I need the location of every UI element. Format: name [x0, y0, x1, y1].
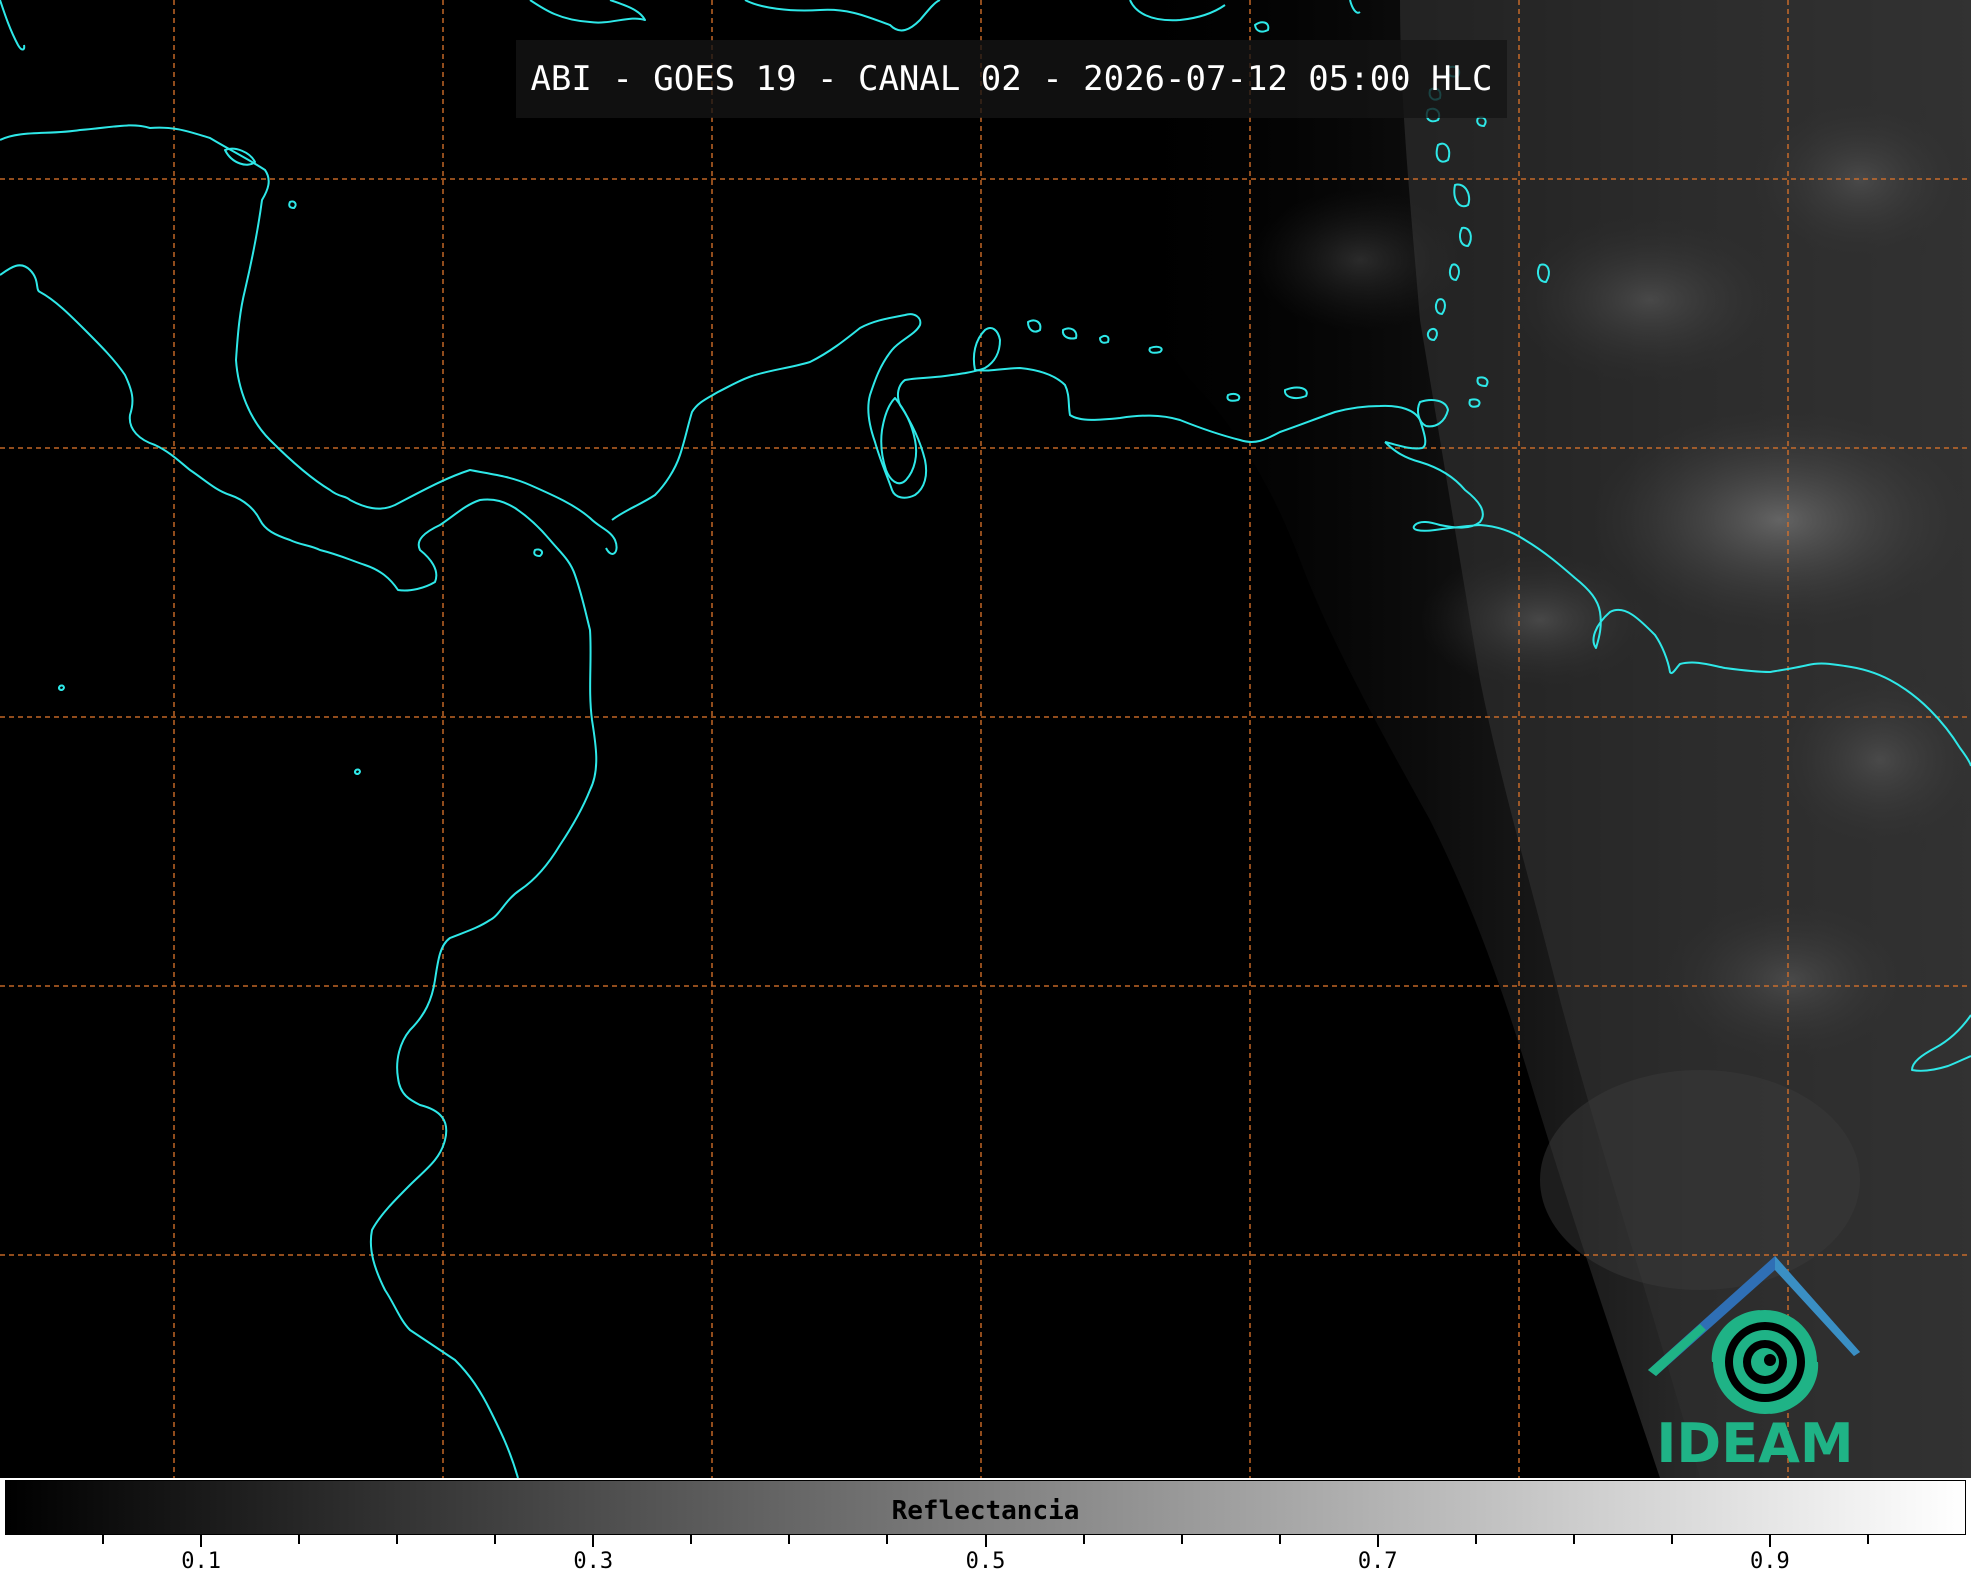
- coastline-pacific-islet: [57, 684, 65, 691]
- colorbar-minor-tick: [396, 1535, 399, 1544]
- coastline-lake-maracaibo: [880, 397, 918, 485]
- coastline-island-a: [1148, 345, 1163, 354]
- ideam-logo-mark-icon: [1648, 1256, 1860, 1414]
- colorbar-major-tick: [1768, 1535, 1771, 1547]
- colorbar-minor-tick: [1866, 1535, 1869, 1544]
- coastline-panama-colombia: [611, 313, 1001, 521]
- colorbar-minor-tick: [886, 1535, 889, 1544]
- colorbar-minor-tick: [298, 1535, 301, 1544]
- ideam-logo: IDEAM: [1640, 1252, 1870, 1475]
- colorbar-minor-tick: [1474, 1535, 1477, 1544]
- ideam-logo-text: IDEAM: [1656, 1412, 1854, 1475]
- colorbar-tick-label: 0.1: [181, 1549, 221, 1574]
- colorbar-major-tick: [200, 1535, 203, 1547]
- coastline-gorgona: [353, 768, 361, 775]
- colorbar-panel: Reflectancia 0.1 0.3 0.5 0.7 0.9: [0, 1478, 1971, 1577]
- colorbar-tick-label: 0.7: [1357, 1549, 1398, 1574]
- colorbar-axis: 0.1 0.3 0.5 0.7 0.9: [0, 1535, 1971, 1577]
- image-title: ABI - GOES 19 - CANAL 02 - 2026-07-12 05…: [530, 59, 1493, 99]
- coastline-bay-islands: [224, 147, 256, 166]
- coastline-central-america-south: [0, 264, 598, 1478]
- colorbar-minor-tick: [1180, 1535, 1183, 1544]
- colorbar-minor-tick: [102, 1535, 105, 1544]
- colorbar-minor-tick: [494, 1535, 497, 1544]
- coastline-top-island-2: [744, 0, 941, 32]
- colorbar-minor-tick: [690, 1535, 693, 1544]
- title-banner: ABI - GOES 19 - CANAL 02 - 2026-07-12 05…: [516, 40, 1507, 118]
- colorbar-major-tick: [984, 1535, 987, 1547]
- colorbar-minor-tick: [788, 1535, 791, 1544]
- colorbar-minor-tick: [1278, 1535, 1281, 1544]
- colorbar-major-tick: [592, 1535, 595, 1547]
- coastline-san-andres: [533, 548, 544, 557]
- colorbar-label: Reflectancia: [891, 1496, 1080, 1526]
- colorbar-minor-tick: [1572, 1535, 1575, 1544]
- colorbar-minor-tick: [1082, 1535, 1085, 1544]
- colorbar-tick-label: 0.5: [965, 1549, 1006, 1574]
- coastline-curacao: [1061, 327, 1078, 340]
- colorbar-minor-tick: [1670, 1535, 1673, 1544]
- colorbar-tick-label: 0.9: [1750, 1549, 1790, 1574]
- colorbar: Reflectancia: [5, 1480, 1966, 1535]
- coastline-top-left: [0, 0, 26, 51]
- coastline-top-island-1: [529, 0, 646, 24]
- coastline-aruba: [1027, 319, 1042, 333]
- coastline-central-america-north: [0, 124, 618, 555]
- coastline-bonaire: [1099, 334, 1110, 344]
- colorbar-major-tick: [1376, 1535, 1379, 1547]
- coastline-gulf-islet: [288, 200, 297, 209]
- colorbar-tick-label: 0.3: [573, 1549, 614, 1574]
- satellite-map: ABI - GOES 19 - CANAL 02 - 2026-07-12 05…: [0, 0, 1971, 1478]
